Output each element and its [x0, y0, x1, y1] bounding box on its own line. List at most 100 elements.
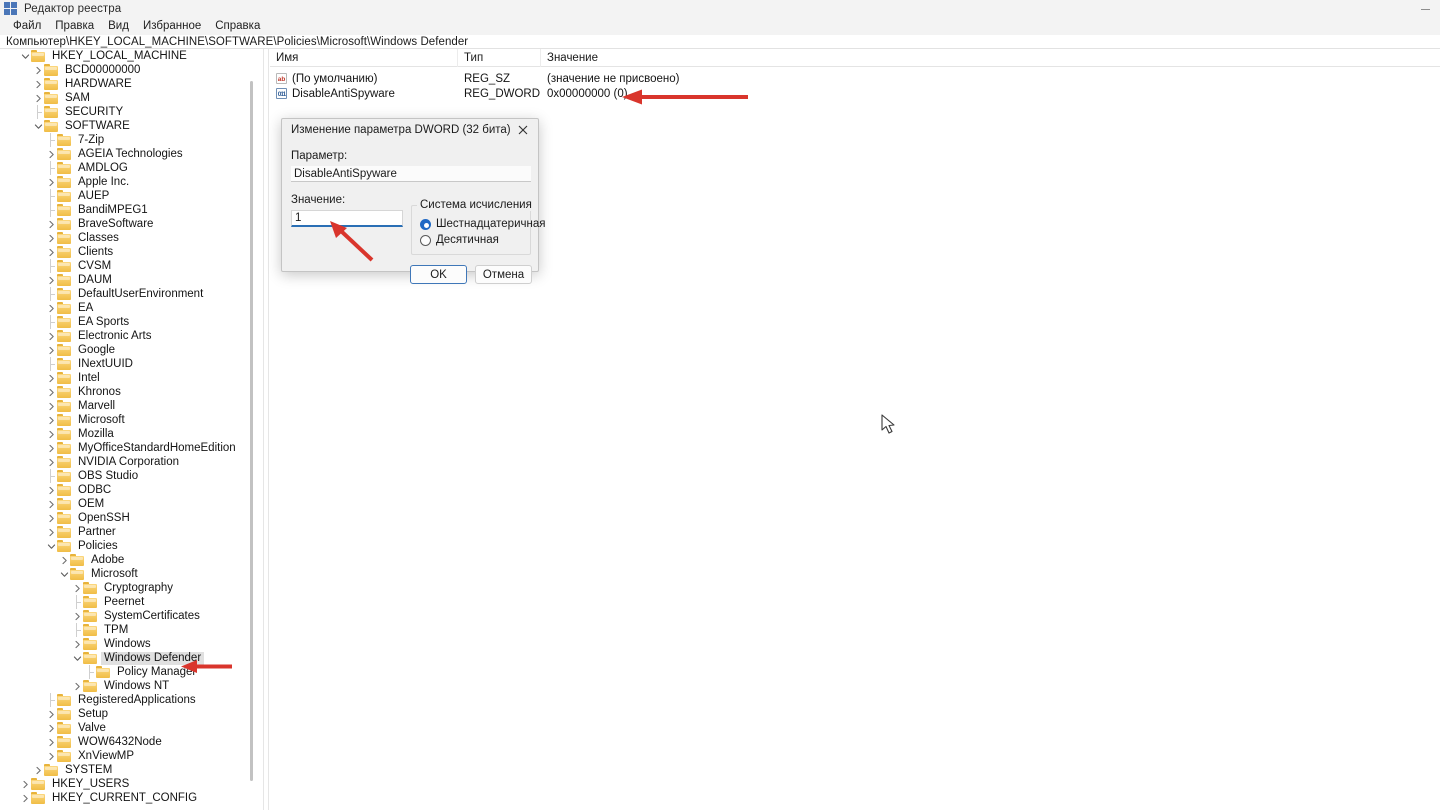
- tree-item-software[interactable]: SOFTWARE: [0, 119, 252, 133]
- tree-item-cryptography[interactable]: Cryptography: [0, 581, 252, 595]
- tree-item-microsoft[interactable]: Microsoft: [0, 413, 252, 427]
- tree-item-google[interactable]: Google: [0, 343, 252, 357]
- tree-item-cvsm[interactable]: CVSM: [0, 259, 252, 273]
- chevron-right-icon[interactable]: [19, 777, 31, 791]
- chevron-right-icon[interactable]: [32, 91, 44, 105]
- tree-item-peernet[interactable]: Peernet: [0, 595, 252, 609]
- minimize-button[interactable]: [1410, 0, 1440, 18]
- chevron-right-icon[interactable]: [71, 679, 83, 693]
- chevron-right-icon[interactable]: [45, 385, 57, 399]
- tree-item-auep[interactable]: AUEP: [0, 189, 252, 203]
- radio-decimal[interactable]: Десятичная: [420, 234, 499, 246]
- tree-item-electronic-arts[interactable]: Electronic Arts: [0, 329, 252, 343]
- chevron-right-icon[interactable]: [45, 231, 57, 245]
- column-header-value[interactable]: Значение: [541, 49, 1440, 67]
- tree-item-odbc[interactable]: ODBC: [0, 483, 252, 497]
- chevron-right-icon[interactable]: [45, 217, 57, 231]
- tree-item-security[interactable]: SECURITY: [0, 105, 252, 119]
- tree-item-khronos[interactable]: Khronos: [0, 385, 252, 399]
- tree-item-system[interactable]: SYSTEM: [0, 763, 252, 777]
- tree-item-myofficestandardhomeedition[interactable]: MyOfficeStandardHomeEdition: [0, 441, 252, 455]
- tree-item-amdlog[interactable]: AMDLOG: [0, 161, 252, 175]
- tree-item-oem[interactable]: OEM: [0, 497, 252, 511]
- chevron-right-icon[interactable]: [45, 441, 57, 455]
- chevron-right-icon[interactable]: [71, 581, 83, 595]
- tree-item-obs-studio[interactable]: OBS Studio: [0, 469, 252, 483]
- tree-item-hkey-current-config[interactable]: HKEY_CURRENT_CONFIG: [0, 791, 252, 805]
- chevron-down-icon[interactable]: [71, 651, 83, 665]
- chevron-right-icon[interactable]: [45, 483, 57, 497]
- tree-item-defaultuserenvironment[interactable]: DefaultUserEnvironment: [0, 287, 252, 301]
- tree-item-marvell[interactable]: Marvell: [0, 399, 252, 413]
- chevron-right-icon[interactable]: [45, 497, 57, 511]
- chevron-right-icon[interactable]: [45, 511, 57, 525]
- chevron-right-icon[interactable]: [45, 147, 57, 161]
- table-row[interactable]: 011 DisableAntiSpyware REG_DWORD 0x00000…: [270, 86, 1440, 101]
- registry-tree[interactable]: HKEY_LOCAL_MACHINE BCD00000000 HARDWARE SAM…: [0, 49, 252, 810]
- tree-item-ea-sports[interactable]: EA Sports: [0, 315, 252, 329]
- chevron-right-icon[interactable]: [45, 245, 57, 259]
- chevron-right-icon[interactable]: [45, 301, 57, 315]
- tree-scrollbar-thumb[interactable]: [250, 81, 253, 781]
- radio-hexadecimal[interactable]: Шестнадцатеричная: [420, 218, 545, 230]
- column-header-name[interactable]: Имя: [270, 49, 458, 67]
- chevron-right-icon[interactable]: [32, 763, 44, 777]
- chevron-down-icon[interactable]: [45, 539, 57, 553]
- tree-item-adobe[interactable]: Adobe: [0, 553, 252, 567]
- tree-item-systemcertificates[interactable]: SystemCertificates: [0, 609, 252, 623]
- value-data-input[interactable]: [291, 210, 403, 227]
- chevron-right-icon[interactable]: [71, 637, 83, 651]
- tree-item-ea[interactable]: EA: [0, 301, 252, 315]
- cancel-button[interactable]: Отмена: [475, 265, 532, 284]
- tree-item-intel[interactable]: Intel: [0, 371, 252, 385]
- tree-item-bravesoftware[interactable]: BraveSoftware: [0, 217, 252, 231]
- chevron-right-icon[interactable]: [45, 413, 57, 427]
- menu-favorites[interactable]: Избранное: [136, 18, 208, 35]
- chevron-right-icon[interactable]: [19, 791, 31, 805]
- close-icon[interactable]: [508, 119, 538, 141]
- chevron-right-icon[interactable]: [45, 525, 57, 539]
- chevron-down-icon[interactable]: [19, 49, 31, 63]
- chevron-right-icon[interactable]: [71, 609, 83, 623]
- tree-item-policy-manager[interactable]: Policy Manager: [0, 665, 252, 679]
- tree-item-inextuuid[interactable]: INextUUID: [0, 357, 252, 371]
- address-bar[interactable]: Компьютер\HKEY_LOCAL_MACHINE\SOFTWARE\Po…: [0, 35, 1440, 49]
- tree-item-7-zip[interactable]: 7-Zip: [0, 133, 252, 147]
- tree-item-bcd00000000[interactable]: BCD00000000: [0, 63, 252, 77]
- tree-item-mozilla[interactable]: Mozilla: [0, 427, 252, 441]
- tree-item-windows-nt[interactable]: Windows NT: [0, 679, 252, 693]
- tree-item-policies[interactable]: Policies: [0, 539, 252, 553]
- chevron-down-icon[interactable]: [58, 567, 70, 581]
- tree-item-ageia-technologies[interactable]: AGEIA Technologies: [0, 147, 252, 161]
- chevron-right-icon[interactable]: [45, 175, 57, 189]
- chevron-down-icon[interactable]: [32, 119, 44, 133]
- tree-item-sam[interactable]: SAM: [0, 91, 252, 105]
- chevron-right-icon[interactable]: [45, 721, 57, 735]
- tree-item-clients[interactable]: Clients: [0, 245, 252, 259]
- tree-scrollbar[interactable]: [246, 49, 257, 810]
- tree-item-wow6432node[interactable]: WOW6432Node: [0, 735, 252, 749]
- menu-help[interactable]: Справка: [208, 18, 267, 35]
- chevron-right-icon[interactable]: [58, 553, 70, 567]
- tree-item-apple-inc[interactable]: Apple Inc.: [0, 175, 252, 189]
- chevron-right-icon[interactable]: [45, 749, 57, 763]
- tree-item-windows[interactable]: Windows: [0, 637, 252, 651]
- chevron-right-icon[interactable]: [32, 77, 44, 91]
- menu-view[interactable]: Вид: [101, 18, 136, 35]
- tree-item-hkey-local-machine[interactable]: HKEY_LOCAL_MACHINE: [0, 49, 252, 63]
- tree-item-microsoft[interactable]: Microsoft: [0, 567, 252, 581]
- chevron-right-icon[interactable]: [45, 427, 57, 441]
- tree-item-partner[interactable]: Partner: [0, 525, 252, 539]
- tree-item-tpm[interactable]: TPM: [0, 623, 252, 637]
- tree-item-setup[interactable]: Setup: [0, 707, 252, 721]
- tree-item-hardware[interactable]: HARDWARE: [0, 77, 252, 91]
- table-row[interactable]: ab (По умолчанию) REG_SZ (значение не пр…: [270, 71, 1440, 86]
- menu-file[interactable]: Файл: [6, 18, 48, 35]
- chevron-right-icon[interactable]: [45, 735, 57, 749]
- tree-item-windows-defender[interactable]: Windows Defender: [0, 651, 252, 665]
- chevron-right-icon[interactable]: [45, 371, 57, 385]
- column-header-type[interactable]: Тип: [458, 49, 541, 67]
- chevron-right-icon[interactable]: [45, 343, 57, 357]
- tree-item-openssh[interactable]: OpenSSH: [0, 511, 252, 525]
- menu-edit[interactable]: Правка: [48, 18, 101, 35]
